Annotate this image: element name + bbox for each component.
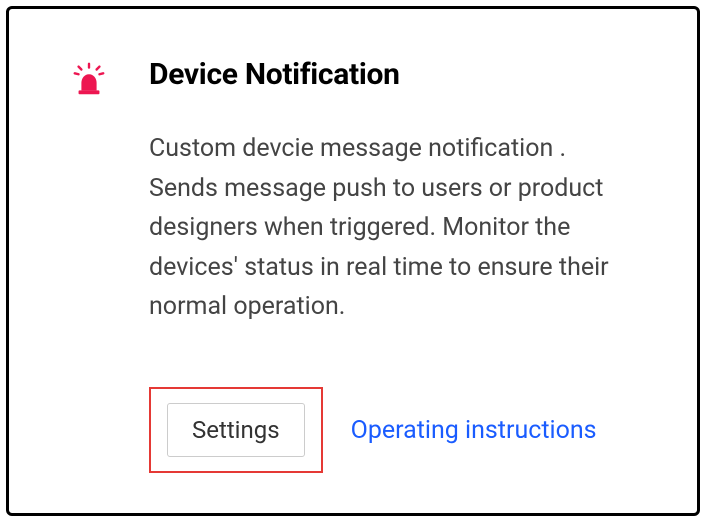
card-content: Custom devcie message notification . Sen… [149,129,637,473]
settings-button[interactable]: Settings [167,403,305,457]
card-header: Device Notification [69,57,637,99]
settings-highlight-box: Settings [149,387,323,473]
device-notification-card: Device Notification Custom devcie messag… [6,6,700,516]
alert-light-icon [69,59,109,99]
card-actions: Settings Operating instructions [149,387,637,473]
card-title: Device Notification [149,57,400,92]
operating-instructions-link[interactable]: Operating instructions [351,416,597,445]
card-description: Custom devcie message notification . Sen… [149,129,629,327]
